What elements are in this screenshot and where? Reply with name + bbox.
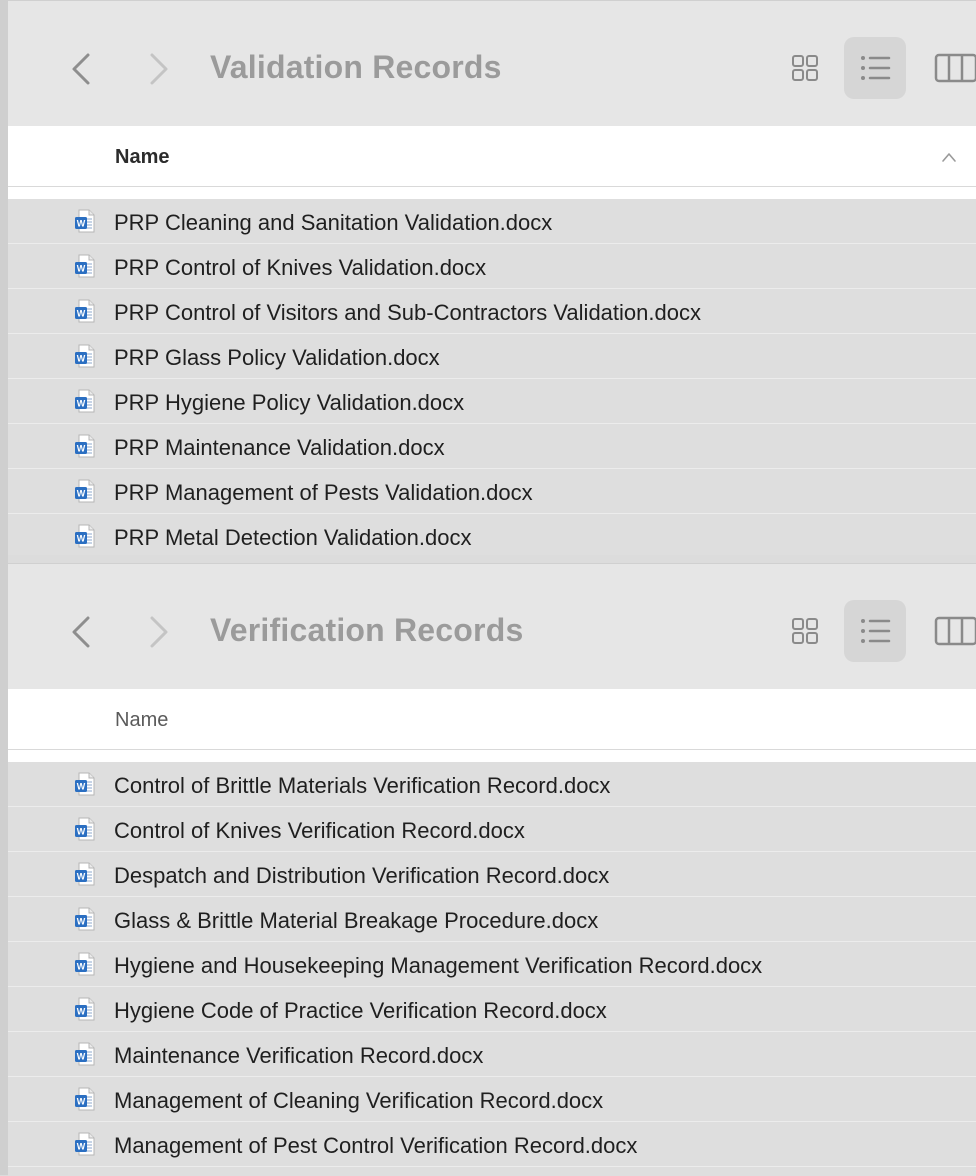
svg-text:W: W xyxy=(77,534,86,544)
word-document-icon: W xyxy=(74,952,96,976)
column-header-name[interactable]: Name xyxy=(115,709,168,732)
file-name: PRP Control of Visitors and Sub-Contract… xyxy=(114,300,701,325)
file-list: W Control of Brittle Materials Verificati… xyxy=(8,762,976,1176)
file-name: PRP Glass Policy Validation.docx xyxy=(114,345,440,370)
word-document-icon: W xyxy=(74,1087,96,1111)
grid-view-icon[interactable] xyxy=(774,600,836,662)
file-row[interactable]: W PRP Glass Policy Validation.docx xyxy=(8,334,976,379)
file-row[interactable]: W PRP Cleaning and Sanitation Validation.… xyxy=(8,199,976,244)
grid-view-icon[interactable] xyxy=(774,37,836,99)
svg-text:W: W xyxy=(77,962,86,972)
svg-text:W: W xyxy=(77,1007,86,1017)
svg-text:W: W xyxy=(77,489,86,499)
file-name: Management of Cleaning Verification Reco… xyxy=(114,1088,604,1113)
word-document-icon: W xyxy=(74,209,96,233)
finder-window-verification: Verification Records Name W Control of Br… xyxy=(8,563,976,1176)
file-row[interactable]: W Hygiene and Housekeeping Management Ver… xyxy=(8,942,976,987)
svg-text:W: W xyxy=(77,219,86,229)
toolbar: Validation Records xyxy=(8,1,976,126)
svg-text:W: W xyxy=(77,399,86,409)
list-spacer xyxy=(8,187,976,199)
column-view-icon[interactable] xyxy=(922,37,976,99)
file-row[interactable]: W Glass & Brittle Material Breakage Proce… xyxy=(8,897,976,942)
chevron-left-icon[interactable] xyxy=(64,608,100,656)
finder-window-validation: Validation Records Name W PRP Cleaning an… xyxy=(8,0,976,555)
file-row[interactable]: W PRP Metal Detection Validation.docx xyxy=(8,514,976,555)
file-row[interactable]: W PRP Hygiene Policy Validation.docx xyxy=(8,379,976,424)
file-name: PRP Management of Pests Validation.docx xyxy=(114,480,533,505)
list-view-icon[interactable] xyxy=(844,600,906,662)
window-title: Validation Records xyxy=(210,49,502,85)
column-view-icon[interactable] xyxy=(922,600,976,662)
svg-text:W: W xyxy=(77,354,86,364)
file-name: Control of Brittle Materials Verificatio… xyxy=(114,773,611,798)
word-document-icon: W xyxy=(74,299,96,323)
column-header-name[interactable]: Name xyxy=(115,146,169,169)
word-document-icon: W xyxy=(74,862,96,886)
word-document-icon: W xyxy=(74,479,96,503)
file-row[interactable]: W Control of Knives Verification Record.d… xyxy=(8,807,976,852)
word-document-icon: W xyxy=(74,1132,96,1156)
word-document-icon: W xyxy=(74,1042,96,1066)
column-header-row: Name xyxy=(8,689,976,750)
file-row[interactable]: W Despatch and Distribution Verification … xyxy=(8,852,976,897)
chevron-right-icon[interactable] xyxy=(140,45,176,93)
svg-text:W: W xyxy=(77,872,86,882)
file-row[interactable]: W PRP Management of Pests Validation.docx xyxy=(8,469,976,514)
word-document-icon: W xyxy=(74,772,96,796)
svg-text:W: W xyxy=(77,782,86,792)
svg-text:W: W xyxy=(77,309,86,319)
word-document-icon: W xyxy=(74,344,96,368)
file-name: Management of Pest Control Verification … xyxy=(114,1133,638,1158)
window-title: Verification Records xyxy=(210,612,524,648)
word-document-icon: W xyxy=(74,254,96,278)
file-name: PRP Control of Knives Validation.docx xyxy=(114,255,487,280)
svg-text:W: W xyxy=(77,1052,86,1062)
file-name: PRP Maintenance Validation.docx xyxy=(114,435,445,460)
file-name: Glass & Brittle Material Breakage Proced… xyxy=(114,908,599,933)
sort-ascending-icon[interactable] xyxy=(940,150,958,164)
list-view-icon[interactable] xyxy=(844,37,906,99)
toolbar: Verification Records xyxy=(8,564,976,689)
word-document-icon: W xyxy=(74,907,96,931)
file-row[interactable]: W Management of Pest Control Verification… xyxy=(8,1122,976,1167)
word-document-icon: W xyxy=(74,389,96,413)
file-row[interactable]: W Management of Cleaning Verification Rec… xyxy=(8,1077,976,1122)
list-spacer xyxy=(8,750,976,762)
word-document-icon: W xyxy=(74,997,96,1021)
file-row[interactable]: W Maintenance Verification Record.docx xyxy=(8,1032,976,1077)
file-list: W PRP Cleaning and Sanitation Validation.… xyxy=(8,199,976,555)
file-row[interactable]: W PRP Control of Visitors and Sub-Contrac… xyxy=(8,289,976,334)
file-name: Hygiene and Housekeeping Management Veri… xyxy=(114,953,763,978)
chevron-left-icon[interactable] xyxy=(64,45,100,93)
svg-text:W: W xyxy=(77,917,86,927)
file-name: Hygiene Code of Practice Verification Re… xyxy=(114,998,607,1023)
file-row[interactable]: W PRP Maintenance Validation.docx xyxy=(8,424,976,469)
svg-text:W: W xyxy=(77,1142,86,1152)
word-document-icon: W xyxy=(74,434,96,458)
svg-text:W: W xyxy=(77,264,86,274)
file-row[interactable]: W Control of Brittle Materials Verificati… xyxy=(8,762,976,807)
word-document-icon: W xyxy=(74,524,96,548)
file-row[interactable]: W Hygiene Code of Practice Verification R… xyxy=(8,987,976,1032)
word-document-icon: W xyxy=(74,817,96,841)
file-name: PRP Cleaning and Sanitation Validation.d… xyxy=(114,210,553,235)
column-header-row: Name xyxy=(8,126,976,187)
file-name: Control of Knives Verification Record.do… xyxy=(114,818,525,843)
file-name: Despatch and Distribution Verification R… xyxy=(114,863,610,888)
file-name: Maintenance Verification Record.docx xyxy=(114,1043,484,1068)
svg-text:W: W xyxy=(77,827,86,837)
file-name: PRP Hygiene Policy Validation.docx xyxy=(114,390,465,415)
file-name: PRP Metal Detection Validation.docx xyxy=(114,525,472,550)
chevron-right-icon[interactable] xyxy=(140,608,176,656)
file-row[interactable]: W PRP Control of Knives Validation.docx xyxy=(8,244,976,289)
svg-text:W: W xyxy=(77,444,86,454)
left-edge xyxy=(0,0,8,1175)
svg-text:W: W xyxy=(77,1097,86,1107)
